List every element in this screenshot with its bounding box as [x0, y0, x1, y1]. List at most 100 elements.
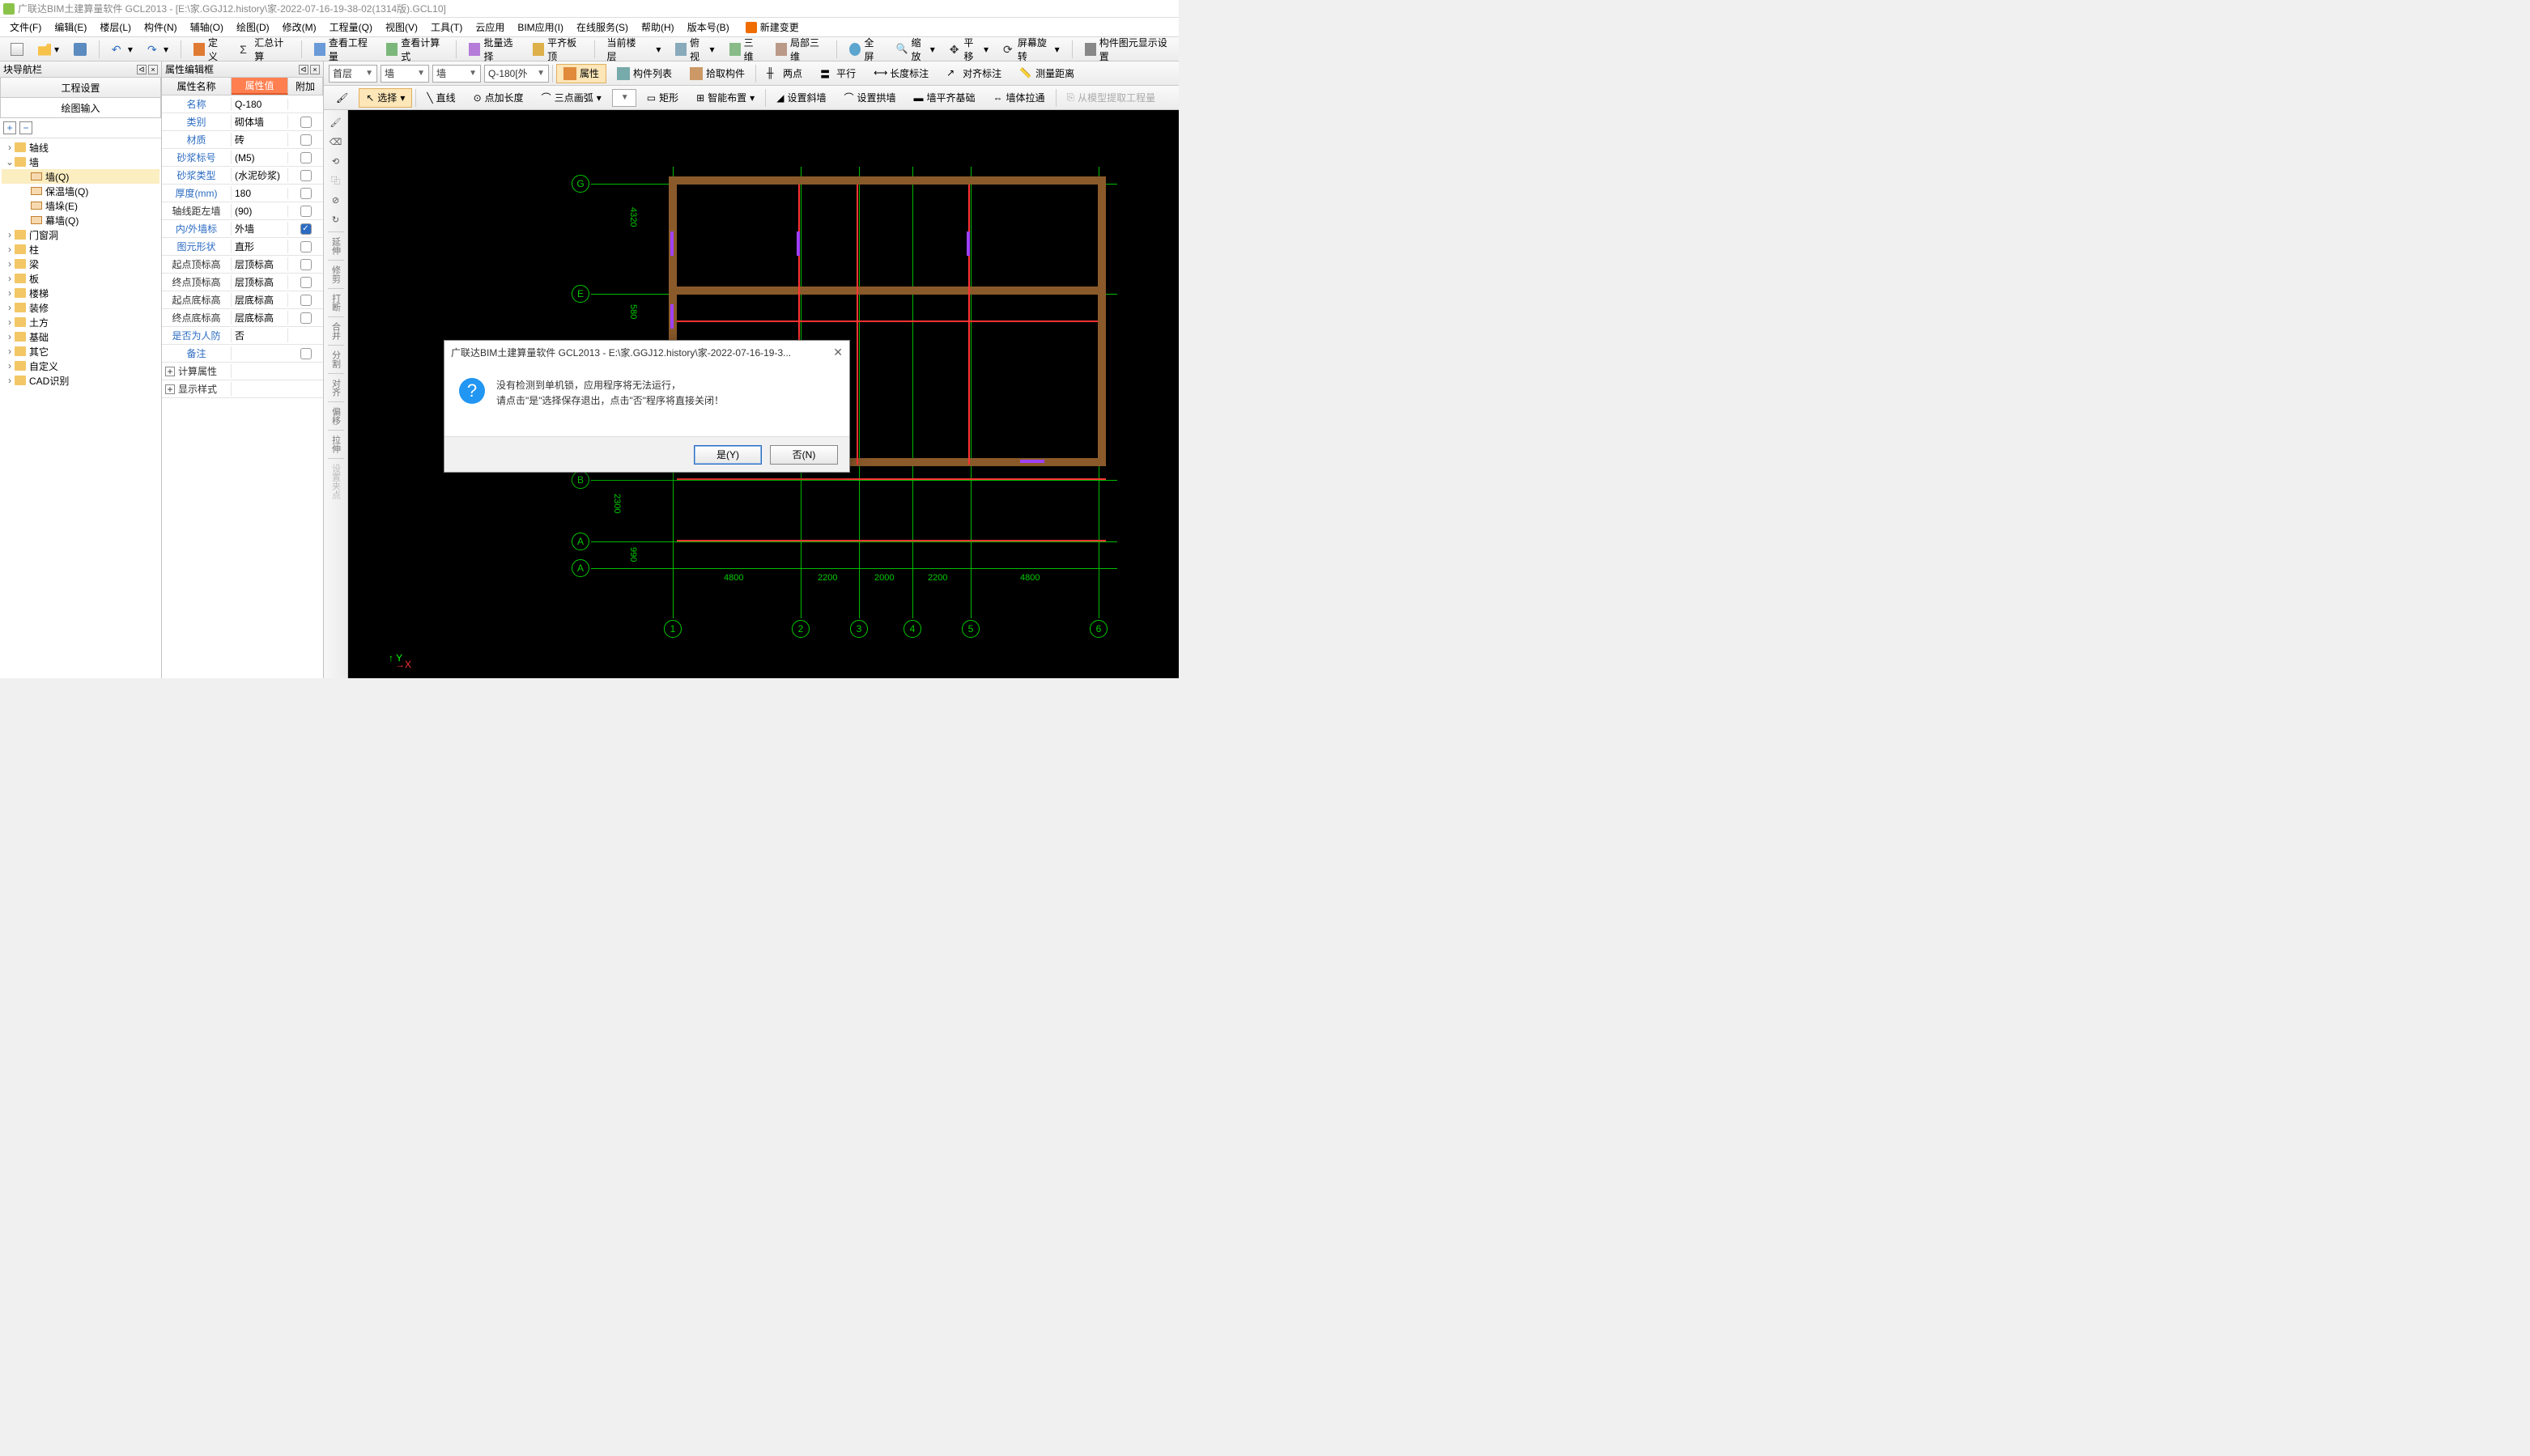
- menu-aux[interactable]: 辅轴(O): [184, 19, 230, 36]
- vtool-mirror[interactable]: ⟲: [327, 152, 345, 170]
- tree-node[interactable]: ›土方: [2, 315, 159, 329]
- brush-button[interactable]: 🖌: [329, 88, 355, 108]
- draw-mode-combo[interactable]: ▼: [612, 89, 636, 107]
- length-dim-button[interactable]: ⟷长度标注: [866, 64, 936, 83]
- attributes-button[interactable]: 属性: [556, 64, 606, 83]
- zoom-button[interactable]: 缩放▾: [891, 40, 941, 58]
- pin-icon[interactable]: ᐊ: [299, 65, 308, 74]
- menu-member[interactable]: 构件(N): [138, 19, 184, 36]
- tree-node[interactable]: 墙(Q): [2, 169, 159, 184]
- line-button[interactable]: ╲直线: [419, 88, 462, 108]
- vtool-stretch[interactable]: 拉伸: [330, 435, 342, 453]
- new-button[interactable]: [5, 40, 29, 58]
- tree-node[interactable]: ›板: [2, 271, 159, 286]
- menu-version[interactable]: 版本号(B): [681, 19, 736, 36]
- no-button[interactable]: 否(N): [770, 445, 838, 465]
- vtool-break[interactable]: ⊘: [327, 191, 345, 209]
- vtool-brush[interactable]: 🖌: [327, 113, 345, 131]
- prop-group-calc[interactable]: +计算属性: [162, 363, 323, 380]
- menu-modify[interactable]: 修改(M): [276, 19, 323, 36]
- wall-pull-button[interactable]: ⇔墙体拉通: [986, 88, 1052, 108]
- property-row[interactable]: 终点底标高层底标高: [162, 309, 323, 327]
- nav-tree[interactable]: ›轴线⌄墙墙(Q)保温墙(Q)墙垛(E)幕墙(Q)›门窗洞›柱›梁›板›楼梯›装…: [0, 138, 161, 678]
- vtool-offset[interactable]: 偏移: [330, 407, 342, 425]
- property-row[interactable]: 砂浆标号(M5): [162, 149, 323, 167]
- floor-nav-button[interactable]: ▾: [650, 40, 666, 58]
- vtool-copy[interactable]: ⿻: [327, 172, 345, 189]
- extract-qty-button[interactable]: ⎘从模型提取工程量: [1060, 88, 1163, 108]
- property-row[interactable]: 轴线距左墙(90): [162, 202, 323, 220]
- property-row[interactable]: 内/外墙标外墙: [162, 220, 323, 238]
- tree-node[interactable]: ›自定义: [2, 359, 159, 373]
- vtool-split[interactable]: 分割: [330, 350, 342, 368]
- menu-help[interactable]: 帮助(H): [635, 19, 681, 36]
- subtype-combo[interactable]: 墙▼: [432, 65, 481, 83]
- property-row[interactable]: 备注: [162, 345, 323, 363]
- tree-node[interactable]: ›其它: [2, 344, 159, 359]
- save-button[interactable]: [68, 40, 92, 58]
- vtool-eraser[interactable]: ⌫: [327, 133, 345, 151]
- property-row[interactable]: 终点顶标高层顶标高: [162, 274, 323, 291]
- dialog-title-bar[interactable]: 广联达BIM土建算量软件 GCL2013 - E:\家.GGJ12.histor…: [444, 341, 849, 363]
- menu-file[interactable]: 文件(F): [3, 19, 48, 36]
- pan-button[interactable]: 平移▾: [944, 40, 994, 58]
- parallel-button[interactable]: 〓平行: [813, 64, 863, 83]
- batch-select-button[interactable]: 批量选择: [463, 40, 524, 58]
- menu-edit[interactable]: 编辑(E): [48, 19, 93, 36]
- menu-bim[interactable]: BIM应用(I): [511, 19, 570, 36]
- floor-combo[interactable]: 首层▼: [329, 65, 377, 83]
- define-button[interactable]: 定义: [188, 40, 231, 58]
- sum-calc-button[interactable]: 汇总计算: [234, 40, 295, 58]
- vtool-merge[interactable]: 合并: [330, 322, 342, 340]
- property-row[interactable]: 名称Q-180: [162, 96, 323, 113]
- rect-button[interactable]: ▭矩形: [640, 88, 686, 108]
- tab-project-settings[interactable]: 工程设置: [0, 77, 161, 98]
- tree-node[interactable]: ›轴线: [2, 140, 159, 155]
- menu-online[interactable]: 在线服务(S): [570, 19, 635, 36]
- tree-node[interactable]: 墙垛(E): [2, 198, 159, 213]
- two-point-button[interactable]: ╫两点: [759, 64, 810, 83]
- close-panel-icon[interactable]: ×: [310, 65, 320, 74]
- vtool-align[interactable]: 对齐: [330, 379, 342, 397]
- tree-expand-button[interactable]: +: [3, 121, 16, 134]
- tree-node[interactable]: ›基础: [2, 329, 159, 344]
- tree-node[interactable]: ›梁: [2, 257, 159, 271]
- property-row[interactable]: 是否为人防否: [162, 327, 323, 345]
- pick-member-button[interactable]: 拾取构件: [682, 64, 752, 83]
- menu-tools[interactable]: 工具(T): [424, 19, 469, 36]
- arc3-button[interactable]: ⌒三点画弧▾: [534, 88, 609, 108]
- tab-draw-input[interactable]: 绘图输入: [0, 97, 161, 118]
- 3d-view-button[interactable]: 三维: [724, 40, 767, 58]
- rotate-button[interactable]: 屏幕旋转▾: [997, 40, 1065, 58]
- redo-button[interactable]: ▾: [142, 40, 174, 58]
- menu-floor[interactable]: 楼层(L): [93, 19, 138, 36]
- property-row[interactable]: 起点底标高层底标高: [162, 291, 323, 309]
- slope-wall-button[interactable]: ◢设置斜墙: [769, 88, 833, 108]
- arch-wall-button[interactable]: ⌒设置拱墙: [836, 88, 903, 108]
- close-panel-icon[interactable]: ×: [148, 65, 158, 74]
- menu-qty[interactable]: 工程量(Q): [323, 19, 379, 36]
- vtool-trim[interactable]: 修剪: [330, 265, 342, 283]
- menu-view[interactable]: 视图(V): [379, 19, 424, 36]
- open-button[interactable]: ▾: [32, 40, 65, 58]
- tree-collapse-button[interactable]: −: [19, 121, 32, 134]
- property-row[interactable]: 图元形状直形: [162, 238, 323, 256]
- wall-base-button[interactable]: ▬墙平齐基础: [906, 88, 982, 108]
- property-row[interactable]: 材质砖: [162, 131, 323, 149]
- property-row[interactable]: 起点顶标高层顶标高: [162, 256, 323, 274]
- point-len-button[interactable]: ⊙点加长度: [466, 88, 531, 108]
- member-list-button[interactable]: 构件列表: [610, 64, 679, 83]
- view-formula-button[interactable]: 查看计算式: [381, 40, 449, 58]
- yes-button[interactable]: 是(Y): [694, 445, 762, 465]
- smart-layout-button[interactable]: ⊞智能布置▾: [689, 88, 762, 108]
- display-settings-button[interactable]: 构件图元显示设置: [1079, 40, 1174, 58]
- view-qty-button[interactable]: 查看工程量: [308, 40, 377, 58]
- tree-node[interactable]: 保温墙(Q): [2, 184, 159, 198]
- flat-top-button[interactable]: 平齐板顶: [527, 40, 588, 58]
- tree-node[interactable]: ›装修: [2, 300, 159, 315]
- pin-icon[interactable]: ᐊ: [137, 65, 147, 74]
- tree-node[interactable]: ›CAD识别: [2, 373, 159, 388]
- vtool-extend[interactable]: 延伸: [330, 237, 342, 255]
- tree-node[interactable]: ›楼梯: [2, 286, 159, 300]
- property-row[interactable]: 砂浆类型(水泥砂浆): [162, 167, 323, 185]
